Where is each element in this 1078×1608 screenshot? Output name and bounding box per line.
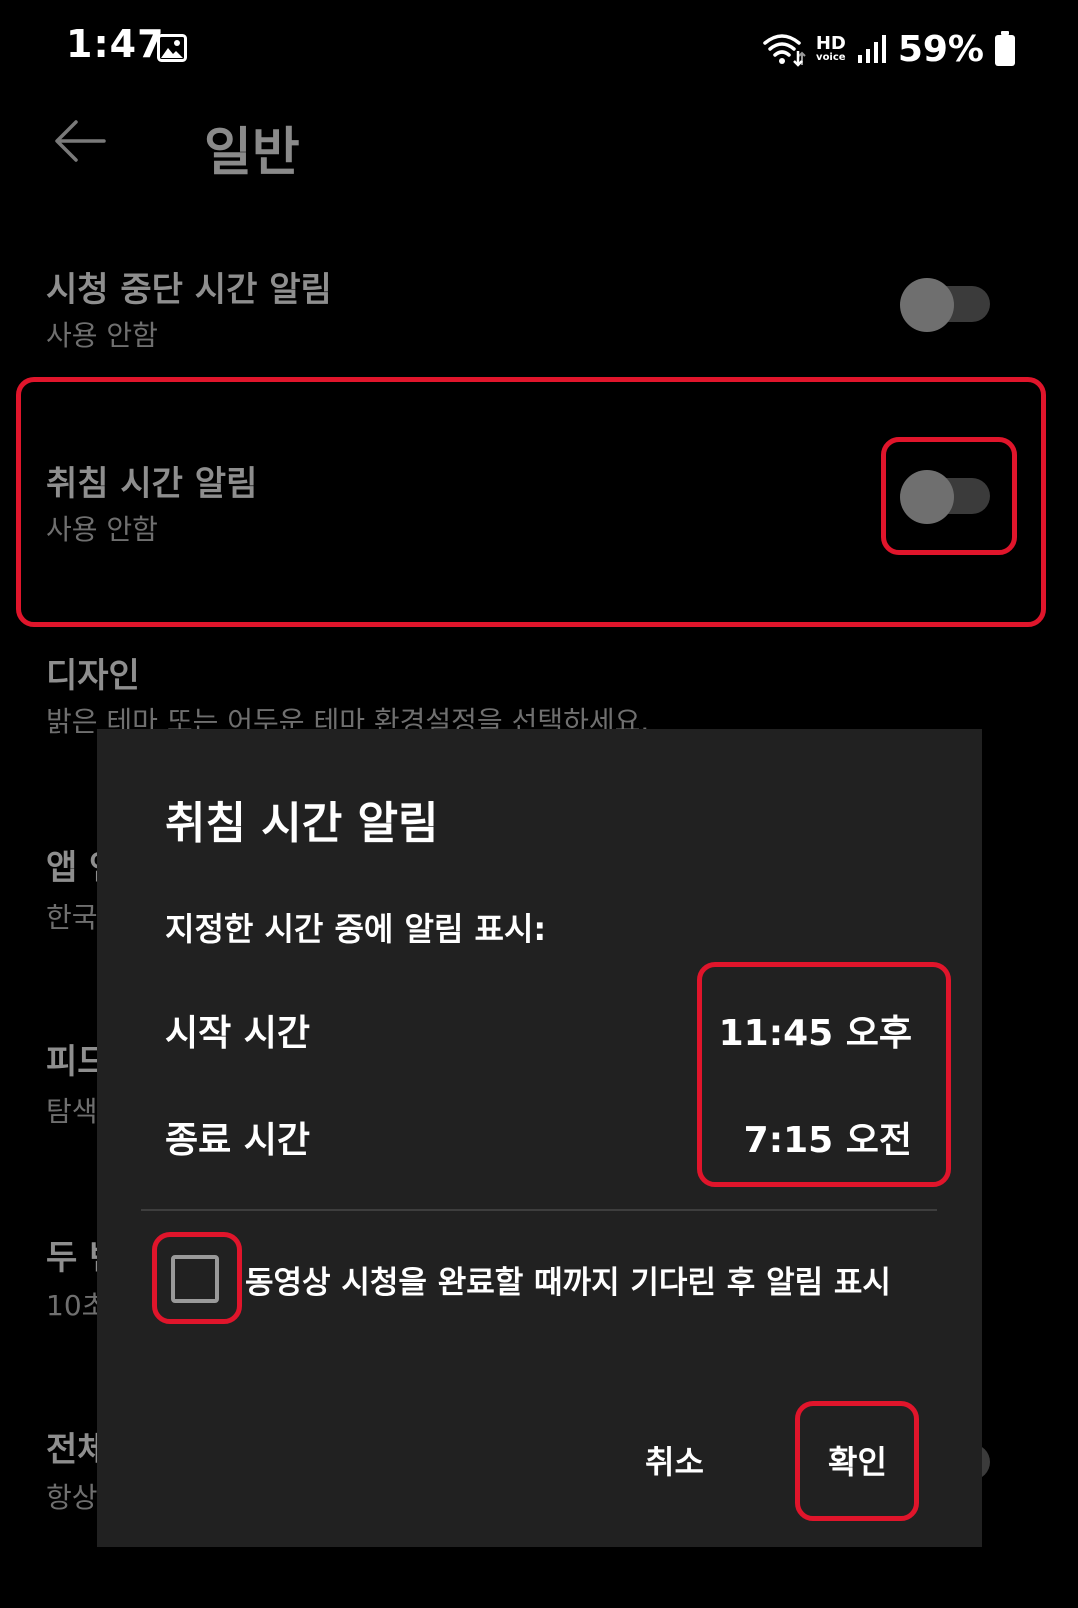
setting-title: 취침 시간 알림 bbox=[46, 464, 258, 504]
toggle-thumb bbox=[900, 278, 954, 332]
signal-icon bbox=[857, 35, 886, 63]
battery-icon bbox=[995, 31, 1015, 66]
start-time-value[interactable]: 11:45 오후 bbox=[719, 1004, 912, 1056]
start-time-label: 시작 시간 bbox=[165, 1013, 311, 1054]
status-icons: HD voice 59% bbox=[762, 24, 1016, 74]
end-time-label: 종료 시간 bbox=[165, 1120, 311, 1161]
bedtime-toggle[interactable] bbox=[900, 470, 992, 524]
confirm-button[interactable]: 확인 bbox=[828, 1437, 887, 1483]
setting-title: 디자인 bbox=[46, 656, 140, 696]
watch-break-toggle[interactable] bbox=[900, 278, 992, 332]
hd-label: HD bbox=[815, 33, 846, 54]
back-arrow-icon[interactable] bbox=[52, 112, 110, 170]
bedtime-dialog: 취침 시간 알림 지정한 시간 중에 알림 표시: 시작 시간 11:45 오후… bbox=[97, 729, 982, 1547]
page-title: 일반 bbox=[204, 123, 300, 183]
hd-voice-icon: HD voice bbox=[816, 35, 846, 63]
dialog-divider bbox=[141, 1209, 937, 1211]
cancel-button[interactable]: 취소 bbox=[645, 1437, 704, 1483]
setting-subtitle: 탐색 bbox=[46, 1095, 98, 1128]
wait-until-finished-checkbox[interactable] bbox=[171, 1255, 219, 1303]
toggle-thumb bbox=[900, 470, 954, 524]
checkbox-label[interactable]: 동영상 시청을 완료할 때까지 기다린 후 알림 표시 bbox=[245, 1257, 891, 1302]
setting-subtitle: 사용 안함 bbox=[46, 319, 158, 352]
gallery-icon bbox=[157, 34, 187, 62]
setting-title: 시청 중단 시간 알림 bbox=[46, 270, 332, 310]
setting-subtitle: 항상 bbox=[46, 1481, 98, 1514]
end-time-value[interactable]: 7:15 오전 bbox=[744, 1111, 912, 1163]
dialog-title: 취침 시간 알림 bbox=[165, 798, 439, 849]
setting-subtitle: 사용 안함 bbox=[46, 513, 158, 546]
dialog-subtitle: 지정한 시간 중에 알림 표시: bbox=[165, 910, 547, 948]
wifi-icon bbox=[763, 34, 806, 67]
status-time: 1:47 bbox=[66, 22, 165, 66]
battery-percentage: 59% bbox=[897, 28, 984, 70]
status-bar: 1:47 HD voice 59% bbox=[0, 0, 1078, 100]
voice-label: voice bbox=[816, 52, 846, 63]
